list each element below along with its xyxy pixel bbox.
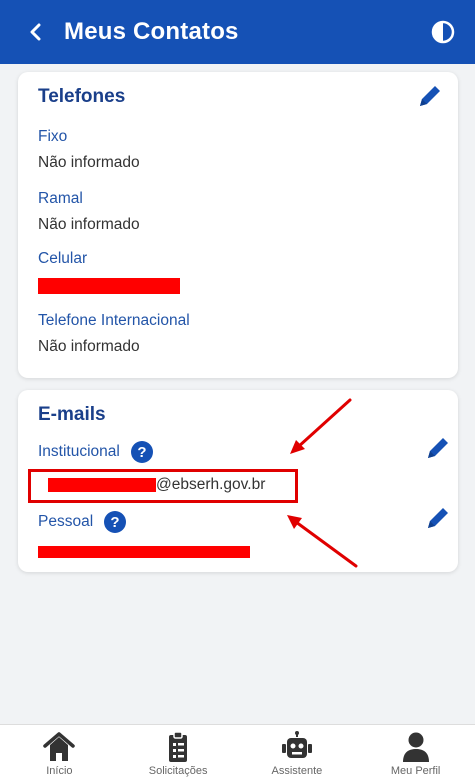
nav-item-assistente[interactable]: Assistente	[238, 725, 357, 783]
clipboard-icon	[161, 731, 195, 763]
nav-label: Assistente	[271, 765, 323, 777]
nav-item-inicio[interactable]: Início	[0, 725, 119, 783]
nav-label: Início	[46, 765, 73, 777]
home-icon	[42, 731, 76, 763]
arrow-up-left	[287, 515, 358, 568]
annotation-arrows	[287, 398, 358, 568]
nav-label: Meu Perfil	[390, 765, 441, 777]
user-icon	[399, 731, 433, 763]
arrow-down-left	[290, 398, 352, 454]
nav-item-solicitacoes[interactable]: Solicitações	[119, 725, 238, 783]
bottom-nav: Início Solicitações Assistente Meu Perfi…	[0, 724, 475, 783]
nav-label: Solicitações	[148, 765, 208, 777]
robot-icon	[280, 731, 314, 763]
nav-item-meu-perfil[interactable]: Meu Perfil	[356, 725, 475, 783]
